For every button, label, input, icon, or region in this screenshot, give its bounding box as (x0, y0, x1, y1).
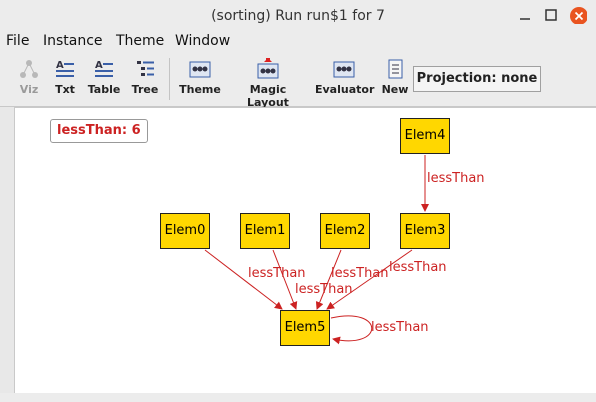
bottom-border (0, 393, 596, 402)
node-elem4[interactable]: Elem4 (400, 118, 450, 154)
node-elem0[interactable]: Elem0 (160, 213, 210, 249)
node-elem2[interactable]: Elem2 (320, 213, 370, 249)
edge-label-elem5-elem5: lessThan (371, 320, 429, 335)
edge-label-elem2-elem5: lessThan (331, 266, 389, 281)
node-elem1[interactable]: Elem1 (240, 213, 290, 249)
edge-label-elem1-elem5: lessThan (295, 282, 353, 297)
edge-label-elem3-elem5: lessThan (389, 260, 447, 275)
relation-count-badge: lessThan: 6 (50, 119, 148, 143)
edge-label-elem4-elem3: lessThan (427, 171, 485, 186)
edge-elem5-elem5 (330, 315, 373, 345)
node-elem5[interactable]: Elem5 (280, 310, 330, 346)
edge-label-elem0-elem5: lessThan (248, 266, 306, 281)
node-elem3[interactable]: Elem3 (400, 213, 450, 249)
